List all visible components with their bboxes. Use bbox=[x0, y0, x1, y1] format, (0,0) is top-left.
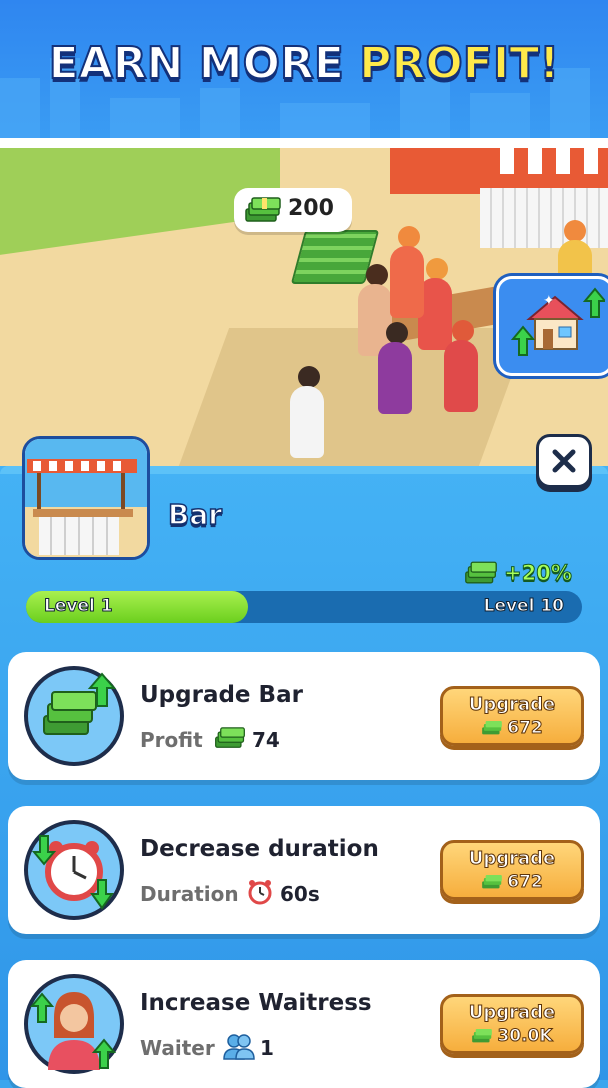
waitress-head bbox=[426, 258, 448, 280]
upgrade-cost: 30.0K bbox=[443, 1026, 581, 1047]
upgrade-stat-value: 1 bbox=[260, 1036, 274, 1060]
upgrade-stat-label: Waiter bbox=[140, 1036, 215, 1060]
profit-bonus-value: +20% bbox=[504, 561, 573, 586]
alarm-clock-upgrade-icon bbox=[31, 835, 114, 910]
customer-character bbox=[390, 246, 424, 318]
top-banner: EARN MORE PROFIT! bbox=[0, 0, 608, 138]
close-button[interactable] bbox=[536, 434, 592, 488]
upgrade-title: Decrease duration bbox=[140, 836, 379, 862]
upgrade-duration-icon-frame bbox=[24, 820, 124, 920]
player-head bbox=[298, 366, 320, 388]
upgrade-cost-value: 672 bbox=[507, 718, 543, 739]
house-upgrade-icon: ✦ bbox=[510, 287, 608, 356]
customer-character bbox=[444, 340, 478, 412]
current-level-label: Level 1 bbox=[44, 596, 114, 617]
upgrade-button-label: Upgrade bbox=[468, 1002, 556, 1024]
upgrade-waitress-icon-frame bbox=[24, 974, 124, 1074]
cash-icon bbox=[215, 727, 245, 748]
customer-head bbox=[452, 320, 474, 342]
customer-head bbox=[564, 220, 586, 242]
upgrade-stat-label: Duration bbox=[140, 882, 239, 906]
bar-stall-icon bbox=[25, 439, 147, 557]
cash-stack-icon bbox=[465, 561, 497, 584]
customer-head bbox=[398, 226, 420, 248]
cash-stack-icon bbox=[245, 197, 281, 222]
upgrade-stat-value: 60s bbox=[280, 882, 320, 906]
upgrade-duration-button[interactable]: Upgrade 672 bbox=[440, 840, 584, 900]
upgrade-button-label: Upgrade bbox=[468, 694, 556, 716]
banner-title: EARN MORE PROFIT! bbox=[48, 37, 561, 90]
upgrade-stat-label: Profit bbox=[140, 728, 203, 752]
customer-head bbox=[366, 264, 388, 286]
stall-booth bbox=[480, 188, 608, 248]
upgrade-title: Upgrade Bar bbox=[140, 682, 303, 708]
upgrade-cost: 672 bbox=[443, 872, 581, 893]
upgrade-stat-value: 74 bbox=[252, 728, 280, 752]
divider bbox=[0, 138, 608, 148]
house-upgrade-button[interactable]: ✦ bbox=[496, 276, 608, 376]
building-name: Bar bbox=[167, 497, 223, 532]
customer-head bbox=[386, 322, 408, 344]
upgrade-cost-value: 672 bbox=[507, 872, 543, 893]
close-icon bbox=[552, 449, 576, 473]
upgrade-card-profit: Upgrade Bar Profit 74 Upgrade 672 bbox=[8, 652, 600, 780]
cash-icon bbox=[482, 721, 503, 735]
cash-balance-value: 200 bbox=[288, 196, 334, 221]
upgrade-title: Increase Waitress bbox=[140, 990, 372, 1016]
profit-bonus: +20% bbox=[464, 558, 572, 588]
upgrade-card-duration: Decrease duration Duration 60s Upgrade 6… bbox=[8, 806, 600, 934]
upgrade-profit-button[interactable]: Upgrade 672 bbox=[440, 686, 584, 746]
upgrade-profit-icon-frame bbox=[24, 666, 124, 766]
cash-icon bbox=[472, 1029, 493, 1043]
cash-icon bbox=[482, 875, 503, 889]
player-character bbox=[290, 386, 324, 458]
waitress-upgrade-icon bbox=[29, 992, 117, 1070]
awning-stripes bbox=[500, 148, 608, 174]
building-thumbnail bbox=[22, 436, 150, 560]
svg-text:✦: ✦ bbox=[543, 293, 555, 309]
upgrade-cost-value: 30.0K bbox=[497, 1026, 553, 1047]
alarm-clock-icon bbox=[248, 880, 272, 905]
upgrade-cost: 672 bbox=[443, 718, 581, 739]
people-icon bbox=[223, 1034, 255, 1060]
max-level-label: Level 10 bbox=[483, 596, 564, 617]
customer-character bbox=[378, 342, 412, 414]
upgrade-card-waitress: Increase Waitress Waiter 1 Upgrade 30.0K bbox=[8, 960, 600, 1088]
cash-upgrade-icon bbox=[43, 672, 117, 735]
upgrade-button-label: Upgrade bbox=[468, 848, 556, 870]
upgrade-waitress-button[interactable]: Upgrade 30.0K bbox=[440, 994, 584, 1054]
cash-balance-bubble: 200 bbox=[234, 188, 352, 232]
